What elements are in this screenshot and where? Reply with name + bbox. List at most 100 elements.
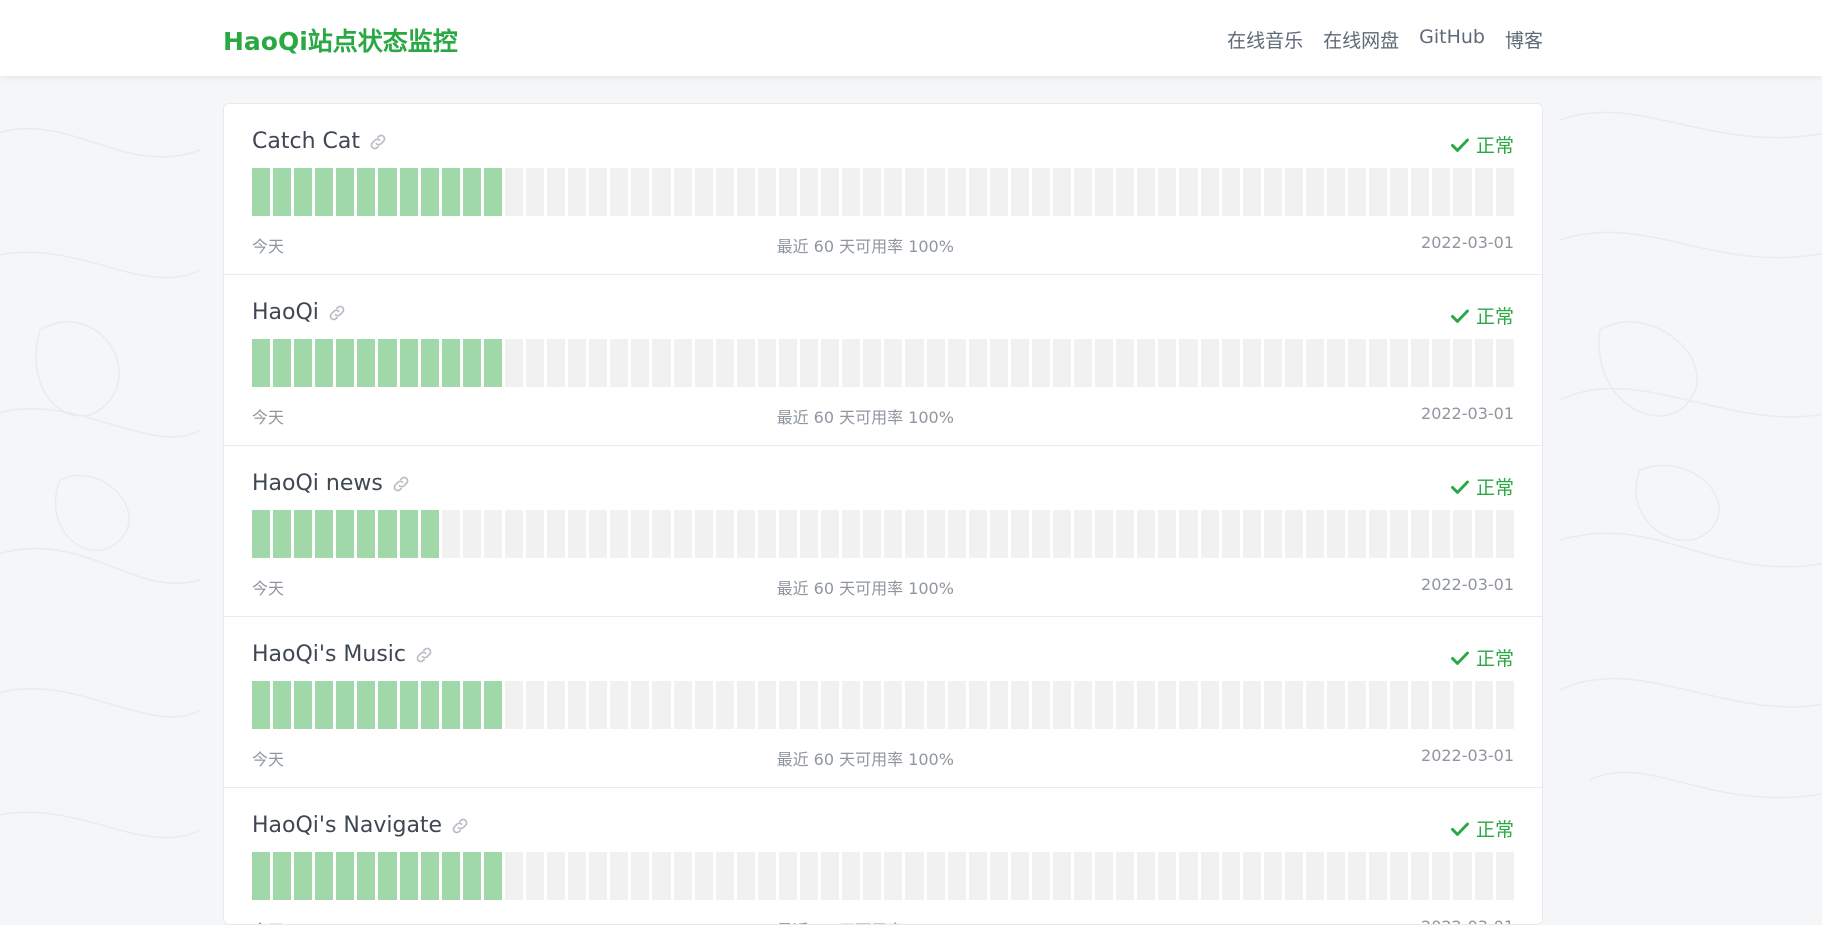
uptime-bar-empty[interactable]: [800, 681, 819, 729]
uptime-bar-empty[interactable]: [1474, 510, 1493, 558]
uptime-bar-up[interactable]: [357, 510, 376, 558]
uptime-bar-empty[interactable]: [504, 510, 524, 558]
uptime-bar-empty[interactable]: [631, 339, 650, 387]
uptime-bar-up[interactable]: [294, 339, 313, 387]
uptime-bar-empty[interactable]: [947, 510, 966, 558]
uptime-bar-empty[interactable]: [631, 510, 650, 558]
uptime-bar-empty[interactable]: [863, 339, 882, 387]
uptime-bar-empty[interactable]: [884, 339, 903, 387]
uptime-bar-empty[interactable]: [1116, 510, 1135, 558]
uptime-bar-empty[interactable]: [1453, 339, 1472, 387]
uptime-bar-empty[interactable]: [1453, 510, 1472, 558]
uptime-bar-empty[interactable]: [884, 510, 903, 558]
uptime-bar-empty[interactable]: [1052, 510, 1072, 558]
uptime-bar-up[interactable]: [441, 168, 460, 216]
uptime-bar-empty[interactable]: [947, 681, 966, 729]
uptime-bar-empty[interactable]: [568, 339, 587, 387]
uptime-bar-empty[interactable]: [568, 681, 587, 729]
uptime-bar-up[interactable]: [399, 681, 418, 729]
uptime-bar-empty[interactable]: [842, 510, 861, 558]
uptime-bar-empty[interactable]: [1242, 681, 1261, 729]
uptime-bar-empty[interactable]: [1179, 168, 1198, 216]
uptime-bar-up[interactable]: [462, 339, 481, 387]
uptime-bar-empty[interactable]: [568, 168, 587, 216]
uptime-bar-empty[interactable]: [1369, 510, 1388, 558]
uptime-bar-empty[interactable]: [1432, 168, 1451, 216]
uptime-bar-empty[interactable]: [1095, 510, 1114, 558]
uptime-bar-up[interactable]: [378, 168, 397, 216]
uptime-bar-empty[interactable]: [1221, 510, 1240, 558]
uptime-bar-empty[interactable]: [1453, 168, 1472, 216]
uptime-bar-empty[interactable]: [757, 681, 776, 729]
uptime-bar-empty[interactable]: [1411, 681, 1430, 729]
uptime-bar-empty[interactable]: [1369, 681, 1388, 729]
uptime-bar-empty[interactable]: [926, 681, 945, 729]
uptime-bar-empty[interactable]: [1221, 681, 1240, 729]
uptime-bar-empty[interactable]: [1305, 168, 1324, 216]
uptime-bar-empty[interactable]: [1158, 681, 1177, 729]
uptime-bar-up[interactable]: [294, 681, 313, 729]
uptime-bar-empty[interactable]: [1179, 339, 1198, 387]
uptime-bar-empty[interactable]: [905, 168, 924, 216]
uptime-bar-empty[interactable]: [1095, 339, 1114, 387]
uptime-bar-empty[interactable]: [1242, 168, 1261, 216]
uptime-bar-empty[interactable]: [989, 510, 1008, 558]
uptime-bar-up[interactable]: [420, 510, 439, 558]
uptime-bar-empty[interactable]: [1369, 339, 1388, 387]
uptime-bar-empty[interactable]: [1074, 510, 1093, 558]
uptime-bar-empty[interactable]: [1348, 168, 1367, 216]
uptime-bar-empty[interactable]: [526, 681, 545, 729]
uptime-bar-empty[interactable]: [736, 681, 755, 729]
site-brand[interactable]: HaoQi站点状态监控: [223, 22, 458, 58]
uptime-bar-empty[interactable]: [842, 339, 861, 387]
uptime-bar-up[interactable]: [357, 339, 376, 387]
uptime-bar-empty[interactable]: [778, 168, 798, 216]
uptime-bar-empty[interactable]: [1495, 681, 1514, 729]
nav-link-music[interactable]: 在线音乐: [1227, 26, 1303, 53]
uptime-bar-empty[interactable]: [589, 510, 608, 558]
uptime-bar-empty[interactable]: [968, 510, 987, 558]
uptime-bar-up[interactable]: [336, 339, 355, 387]
uptime-bar-empty[interactable]: [462, 510, 481, 558]
uptime-bar-empty[interactable]: [821, 339, 840, 387]
uptime-bar-empty[interactable]: [1200, 510, 1219, 558]
uptime-bar-empty[interactable]: [968, 168, 987, 216]
monitor-name[interactable]: HaoQi: [252, 300, 319, 325]
uptime-bar-up[interactable]: [315, 339, 334, 387]
uptime-bar-empty[interactable]: [673, 168, 692, 216]
uptime-bar-empty[interactable]: [547, 339, 566, 387]
uptime-bar-empty[interactable]: [800, 168, 819, 216]
uptime-bar-up[interactable]: [483, 339, 502, 387]
uptime-bar-up[interactable]: [273, 510, 292, 558]
uptime-bar-up[interactable]: [399, 339, 418, 387]
uptime-bar-empty[interactable]: [1137, 168, 1156, 216]
uptime-bar-empty[interactable]: [778, 339, 798, 387]
uptime-bar-up[interactable]: [252, 510, 271, 558]
uptime-bar-empty[interactable]: [947, 168, 966, 216]
monitor-name[interactable]: HaoQi's Music: [252, 642, 406, 667]
uptime-bar-empty[interactable]: [1242, 510, 1261, 558]
uptime-bar-empty[interactable]: [673, 510, 692, 558]
uptime-bar-up[interactable]: [441, 339, 460, 387]
uptime-bar-up[interactable]: [399, 510, 418, 558]
link-icon[interactable]: [391, 474, 411, 494]
nav-link-cloud-drive[interactable]: 在线网盘: [1323, 26, 1399, 53]
uptime-bar-up[interactable]: [336, 168, 355, 216]
uptime-bar-up[interactable]: [294, 510, 313, 558]
uptime-bar-empty[interactable]: [1031, 168, 1050, 216]
uptime-bar-empty[interactable]: [736, 168, 755, 216]
uptime-bar-empty[interactable]: [1284, 339, 1303, 387]
uptime-bar-up[interactable]: [378, 339, 397, 387]
uptime-bar-empty[interactable]: [589, 168, 608, 216]
uptime-bar-empty[interactable]: [1453, 681, 1472, 729]
uptime-bar-empty[interactable]: [1242, 339, 1261, 387]
uptime-bar-empty[interactable]: [842, 168, 861, 216]
uptime-bar-empty[interactable]: [652, 510, 671, 558]
uptime-bar-empty[interactable]: [610, 510, 629, 558]
uptime-bar-empty[interactable]: [673, 339, 692, 387]
uptime-bar-empty[interactable]: [778, 510, 798, 558]
uptime-bar-empty[interactable]: [863, 168, 882, 216]
uptime-bar-empty[interactable]: [610, 339, 629, 387]
uptime-bar-empty[interactable]: [1305, 681, 1324, 729]
uptime-bar-empty[interactable]: [821, 510, 840, 558]
